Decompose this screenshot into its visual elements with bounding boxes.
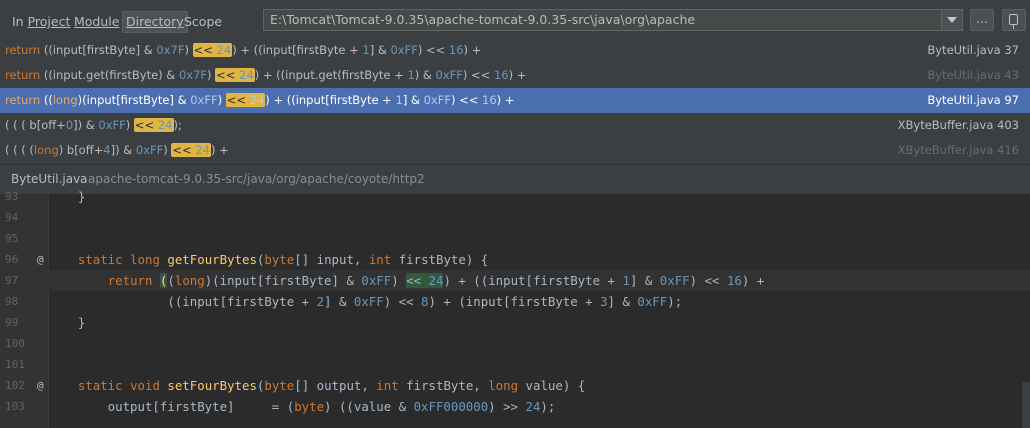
code-preview-editor[interactable]: 93 } 94 95 96 @ static long getFourBytes(byt… — [0, 189, 1030, 428]
directory-path-input[interactable]: E:\Tomcat\Tomcat-9.0.35\apache-tomcat-9.… — [270, 10, 695, 30]
line-number: 101 — [5, 358, 25, 371]
result-file-location: ByteUtil.java 97 — [927, 93, 1019, 107]
line-number: 98 — [5, 295, 19, 308]
scope-tab-directory[interactable]: Directory — [122, 11, 188, 33]
scope-label-in-project: Project — [27, 14, 71, 29]
scope-tab-scope[interactable]: Scope — [181, 11, 225, 33]
code-line: 99 } — [0, 312, 1030, 333]
result-line-text: return ((input[firstByte] & 0x7F) << 24)… — [5, 43, 482, 57]
scope-label-directory: Directory — [126, 14, 184, 29]
scope-label-scope: Scope — [184, 14, 223, 29]
scope-toolbar: In Project Module Directory Scope E:\Tom… — [0, 0, 1030, 40]
path-history-dropdown[interactable] — [941, 10, 962, 30]
line-number: 102 — [5, 379, 25, 392]
editor-scrollbar[interactable] — [1022, 382, 1030, 428]
directory-path-combobox[interactable]: E:\Tomcat\Tomcat-9.0.35\apache-tomcat-9.… — [263, 9, 963, 31]
override-annotation-icon[interactable]: @ — [37, 375, 44, 396]
result-file-location: XByteBuffer.java 416 — [897, 143, 1019, 157]
line-number: 103 — [5, 400, 25, 413]
code-line: 102 @ static void setFourBytes(byte[] out… — [0, 375, 1030, 396]
line-number: 96 — [5, 253, 19, 266]
code-text: static long getFourBytes(byte[] input, i… — [77, 252, 489, 267]
code-line: 98 ((input[firstByte + 2] & 0xFF) << 8) … — [0, 291, 1030, 312]
code-line: 95 — [0, 228, 1030, 249]
line-number: 93 — [5, 190, 19, 203]
chevron-down-icon — [947, 17, 957, 23]
code-text: ((input[firstByte + 2] & 0xFF) << 8) + (… — [48, 294, 683, 309]
code-line: 97 return ((long)(input[firstByte] & 0xF… — [0, 270, 1030, 291]
scope-tab-in-project[interactable]: In Project — [9, 11, 73, 33]
find-in-path-window: In Project Module Directory Scope E:\Tom… — [0, 0, 1030, 428]
result-row[interactable]: return ((long)(input[firstByte] & 0xFF) … — [0, 88, 1030, 113]
code-text: return ((long)(input[firstByte] & 0xFF) … — [107, 273, 765, 288]
code-line: 103 output[firstByte] = (byte) ((value &… — [0, 396, 1030, 417]
code-text: output[firstByte] = (byte) ((value & 0xF… — [48, 399, 556, 414]
line-number: 95 — [5, 232, 19, 245]
pin-icon — [1009, 14, 1018, 29]
result-row[interactable]: ( ( ( b[off+0]) & 0xFF) << 24); XByteBuff… — [0, 113, 1030, 138]
code-text: } — [48, 189, 86, 204]
code-line: 101 — [0, 354, 1030, 375]
scope-label-module: Module — [74, 14, 120, 29]
result-line-text: ( ( ( b[off+0]) & 0xFF) << 24); — [5, 118, 182, 132]
result-line-text: return ((input.get(firstByte) & 0x7F) <<… — [5, 68, 527, 82]
code-line: 94 — [0, 207, 1030, 228]
result-row[interactable]: return ((input[firstByte] & 0x7F) << 24)… — [0, 38, 1030, 63]
code-line: 100 — [0, 333, 1030, 354]
browse-directory-button[interactable]: ... — [970, 9, 994, 31]
scope-tab-module[interactable]: Module — [71, 11, 122, 33]
result-file-location: ByteUtil.java 43 — [927, 68, 1019, 82]
result-row[interactable]: ( ( ( (long) b[off+4]) & 0xFF) << 24) + X… — [0, 138, 1030, 163]
code-line: 96 @ static long getFourBytes(byte[] inpu… — [0, 249, 1030, 270]
code-text: } — [48, 315, 86, 330]
result-file-location: XByteBuffer.java 403 — [897, 118, 1019, 132]
result-row[interactable]: return ((input.get(firstByte) & 0x7F) <<… — [0, 63, 1030, 88]
code-text: static void setFourBytes(byte[] output, … — [77, 378, 586, 393]
line-number: 99 — [5, 316, 19, 329]
result-line-text: ( ( ( (long) b[off+4]) & 0xFF) << 24) + — [5, 143, 229, 157]
result-file-location: ByteUtil.java 37 — [927, 43, 1019, 57]
line-number: 94 — [5, 211, 19, 224]
line-number: 100 — [5, 337, 25, 350]
search-results-list: return ((input[firstByte] & 0x7F) << 24)… — [0, 38, 1030, 164]
override-annotation-icon[interactable]: @ — [37, 249, 44, 270]
code-line: 93 } — [0, 186, 1030, 207]
pin-window-button[interactable] — [1002, 9, 1026, 31]
line-number: 97 — [5, 274, 19, 287]
result-line-text: return ((long)(input[firstByte] & 0xFF) … — [5, 93, 515, 107]
